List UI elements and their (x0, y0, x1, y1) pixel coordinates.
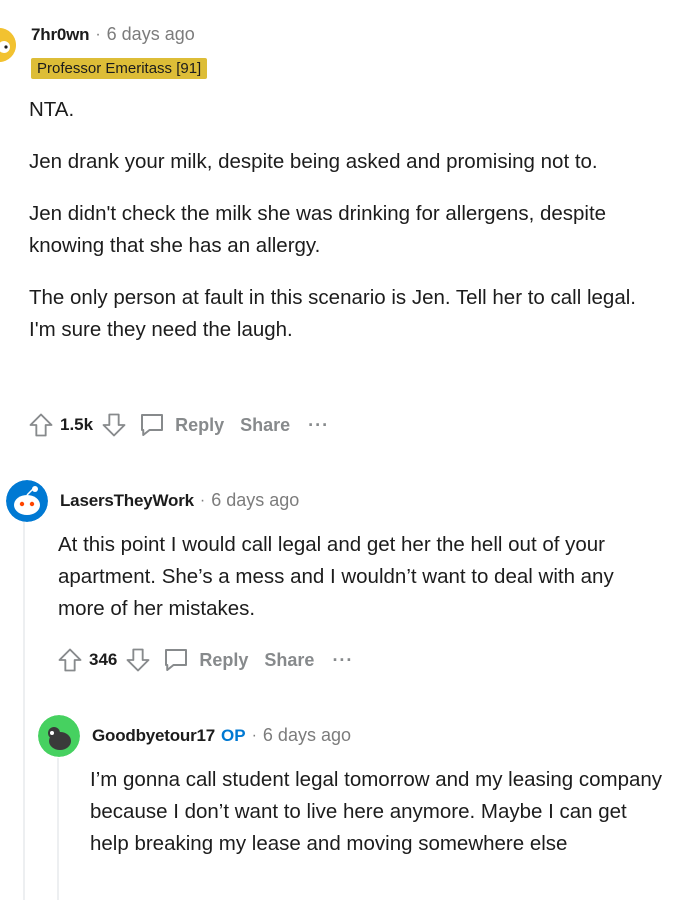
comment-meta: Goodbyetour17 OP · 6 days ago (92, 725, 351, 746)
reply-label: Reply (199, 649, 249, 670)
user-flair: Professor Emeritass [91] (31, 58, 208, 79)
timestamp[interactable]: 6 days ago (263, 725, 351, 746)
comment-meta: LasersTheyWork · 6 days ago (60, 490, 299, 511)
speech-bubble-icon (137, 410, 167, 440)
downvote-arrow-icon[interactable] (123, 645, 153, 675)
username[interactable]: 7hr0wn (31, 25, 90, 45)
reply-button[interactable]: Reply (161, 645, 248, 675)
comment-body: I’m gonna call student legal tomorrow an… (90, 764, 665, 860)
comment-paragraph: Jen drank your milk, despite being asked… (29, 150, 598, 173)
separator-dot: · (199, 491, 206, 509)
timestamp[interactable]: 6 days ago (211, 490, 299, 511)
avatar[interactable] (0, 28, 16, 62)
reply-label: Reply (175, 414, 225, 435)
comment-meta: 7hr0wn · 6 days ago (31, 24, 195, 45)
username[interactable]: Goodbyetour17 (92, 726, 215, 746)
upvote-arrow-icon[interactable] (55, 645, 85, 675)
upvote-arrow-icon[interactable] (26, 410, 56, 440)
vote-score: 1.5k (60, 415, 94, 434)
avatar-snoo-icon (6, 480, 48, 522)
comment-paragraph: I’m gonna call student legal tomorrow an… (90, 768, 663, 855)
comment-paragraph: At this point I would call legal and get… (58, 533, 614, 620)
username[interactable]: LasersTheyWork (60, 491, 194, 511)
comment-paragraph: The only person at fault in this scenari… (29, 286, 636, 341)
comment-actions: 1.5k Reply Share ··· (26, 408, 329, 442)
reply-button[interactable]: Reply (137, 410, 224, 440)
more-options-icon[interactable]: ··· (308, 416, 329, 434)
downvote-arrow-icon[interactable] (99, 410, 129, 440)
comment-actions: 346 Reply Share ··· (55, 643, 353, 677)
comment-body: At this point I would call legal and get… (58, 529, 658, 625)
vote-score: 346 (89, 650, 118, 669)
avatar-snoo-icon (38, 715, 80, 757)
avatar[interactable] (38, 715, 80, 757)
comment-paragraph: NTA. (29, 98, 75, 121)
share-button[interactable]: Share (240, 415, 290, 436)
comment-paragraph: Jen didn't check the milk she was drinki… (29, 202, 607, 257)
op-badge: OP (221, 725, 246, 745)
thread-line[interactable] (57, 758, 59, 900)
comment-body: NTA. Jen drank your milk, despite being … (29, 94, 669, 346)
timestamp[interactable]: 6 days ago (107, 24, 195, 45)
avatar[interactable] (6, 480, 48, 522)
thread-line[interactable] (23, 520, 25, 900)
speech-bubble-icon (161, 645, 191, 675)
avatar-snoo-icon (0, 28, 16, 62)
separator-dot: · (95, 25, 101, 43)
share-button[interactable]: Share (264, 650, 314, 671)
more-options-icon[interactable]: ··· (332, 651, 353, 669)
separator-dot: · (251, 726, 257, 744)
